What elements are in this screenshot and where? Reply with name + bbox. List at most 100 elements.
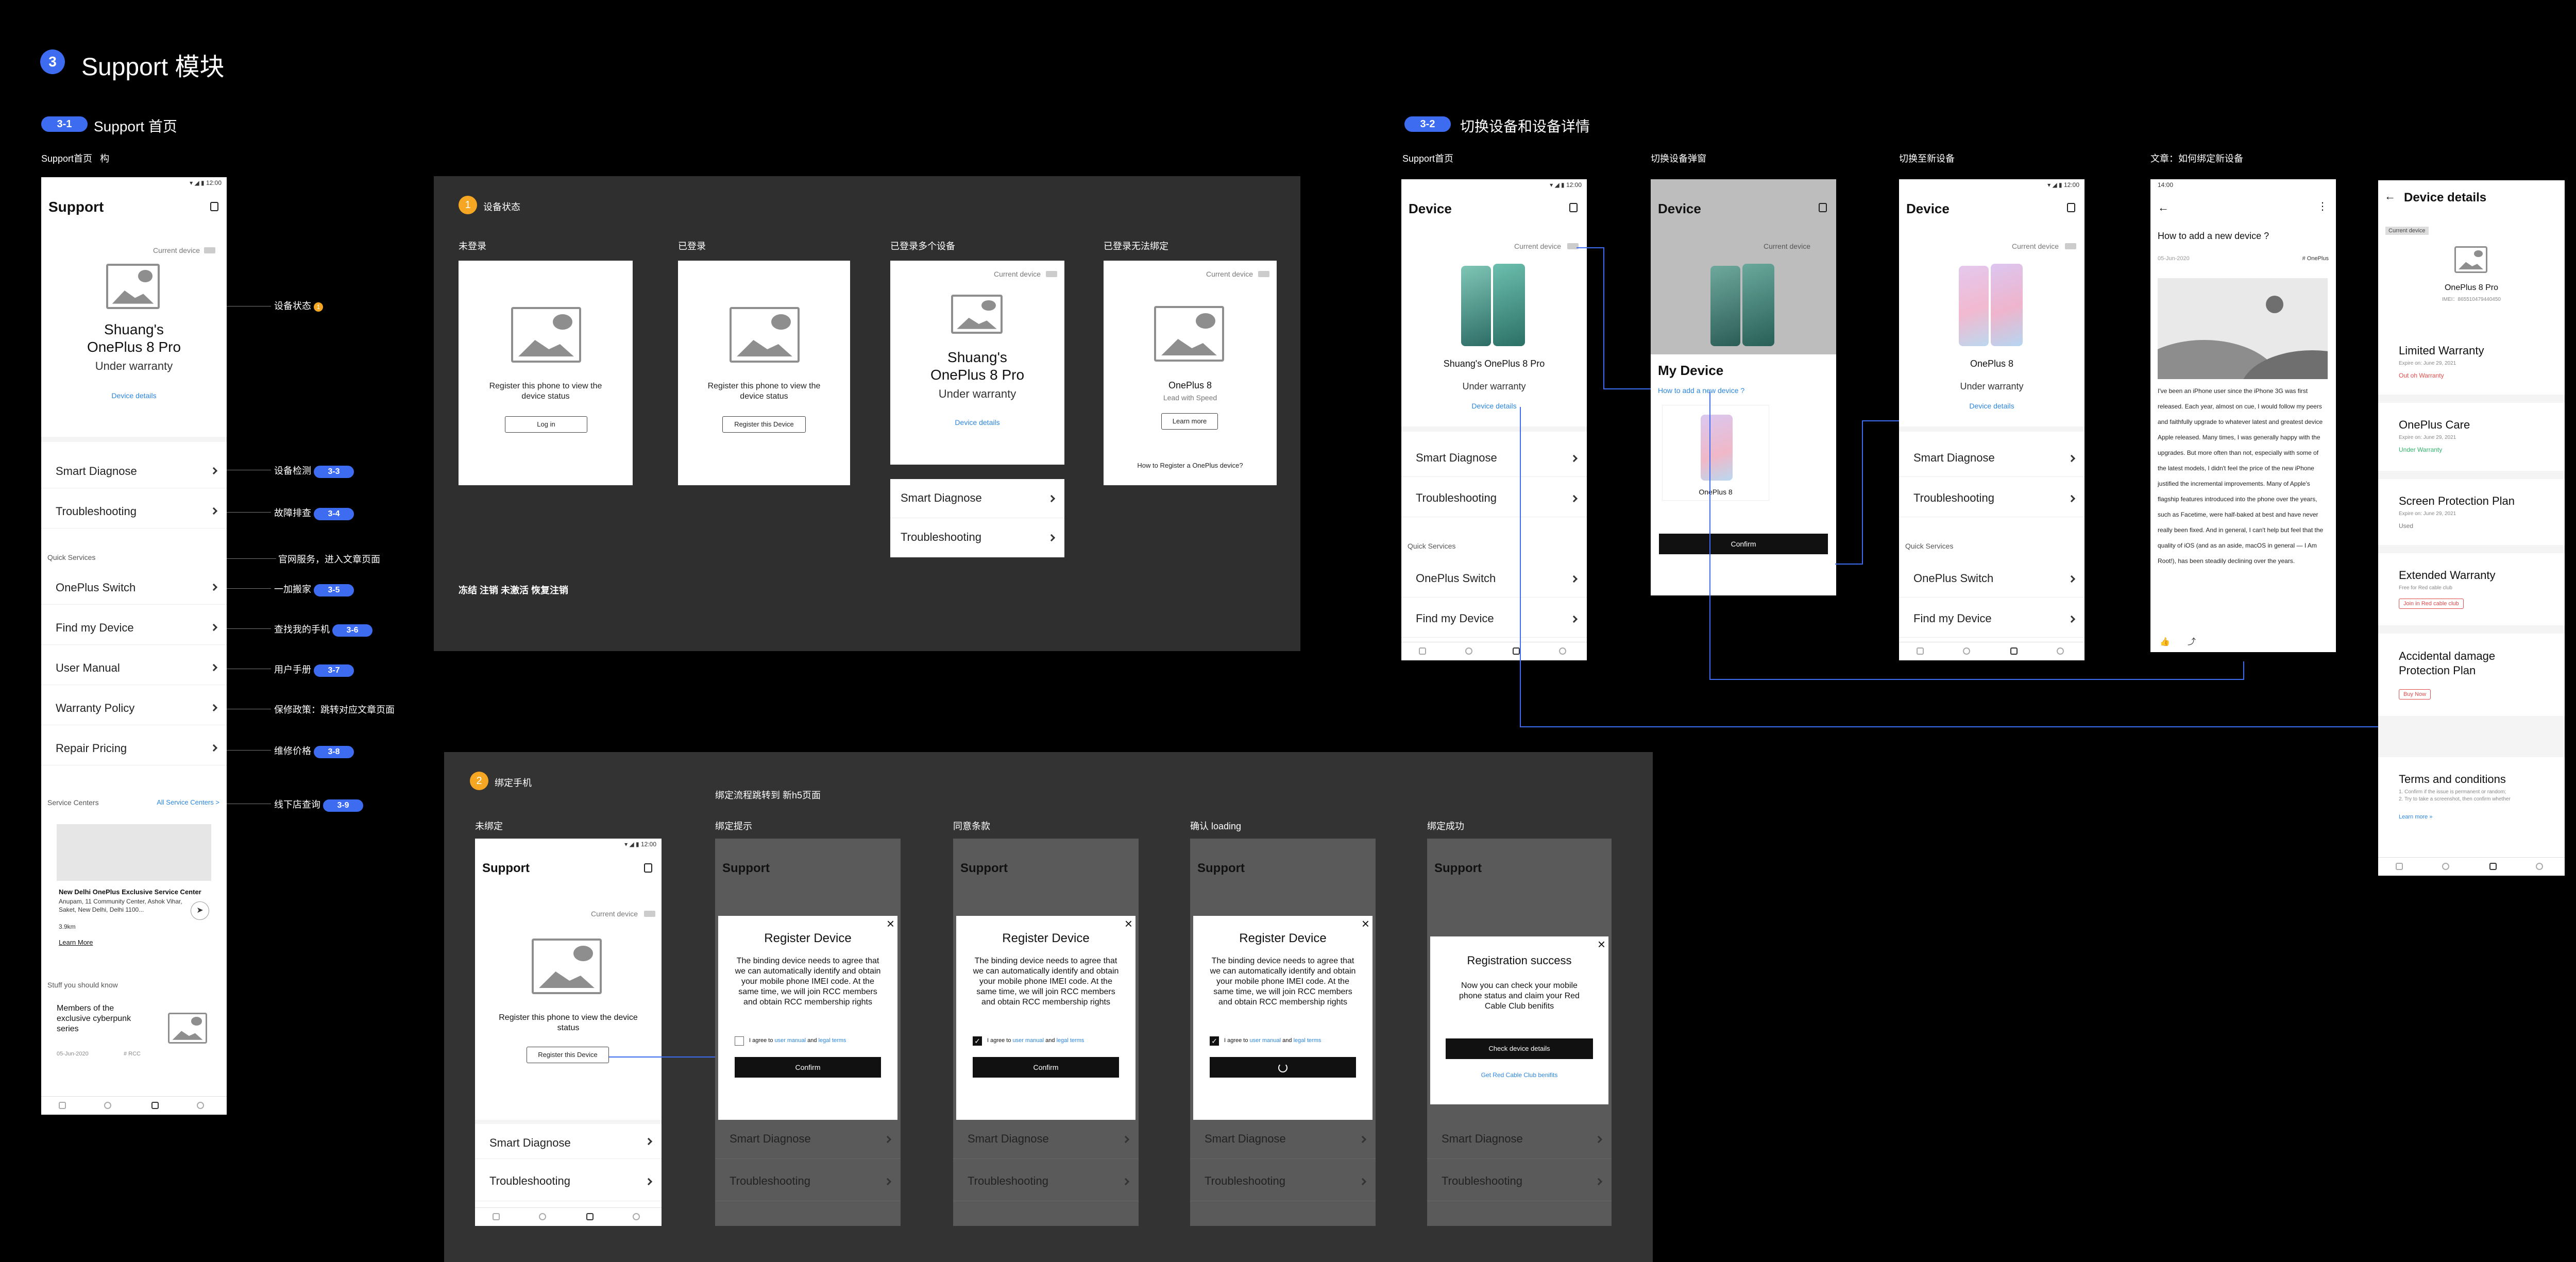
bag-icon[interactable] (1569, 203, 1578, 212)
all-service-centers-link[interactable]: All Service Centers > (157, 798, 219, 806)
row-troubleshooting[interactable]: Troubleshooting (715, 1162, 901, 1201)
back-arrow-icon[interactable]: ← (2384, 190, 2396, 203)
row-smart-diagnose[interactable]: Smart Diagnose (890, 479, 1064, 518)
tab-home-icon[interactable] (59, 1102, 66, 1109)
row-repair-pricing[interactable]: Repair Pricing (41, 730, 227, 765)
close-icon[interactable]: × (1598, 936, 1605, 952)
row-troubleshooting[interactable]: Troubleshooting (475, 1162, 662, 1201)
row-smart-diagnose[interactable]: Smart Diagnose (475, 1120, 662, 1159)
agree-checkbox-checked[interactable]: ✓ (1210, 1036, 1219, 1046)
like-icon[interactable]: 👍 (2160, 637, 2170, 647)
row-smart-diagnose[interactable]: Smart Diagnose (715, 1120, 901, 1159)
annotation-warranty-policy: 保修政策：跳转对应文章页面 (274, 705, 395, 715)
check-device-details-button[interactable]: Check device details (1446, 1038, 1593, 1059)
share-icon[interactable]: ⤴ (2188, 635, 2196, 647)
register-device-button[interactable]: Register this Device (722, 416, 806, 433)
row-find-my-device[interactable]: Find my Device (41, 610, 227, 645)
switch-label-new-device: 切换至新设备 (1899, 154, 1955, 164)
register-modal: × Register Device The binding device nee… (718, 916, 897, 1122)
warranty-card-limited[interactable]: Limited Warranty Expire on: June 29, 202… (2378, 329, 2565, 395)
buy-now-button[interactable]: Buy Now (2399, 689, 2431, 700)
article-body: I've been an iPhone user since the iPhon… (2158, 387, 2324, 565)
modal-title: Register Device (1239, 931, 1327, 945)
label-unbound: 未绑定 (475, 821, 503, 831)
learn-more-link[interactable]: Learn More (59, 939, 93, 946)
row-user-manual[interactable]: User Manual (41, 650, 227, 685)
how-to-add-link[interactable]: How to add a new device ? (1658, 386, 1744, 395)
warranty-card-extended[interactable]: Extended Warranty Free for Red cable clu… (2378, 553, 2565, 625)
agree-checkbox[interactable] (735, 1036, 744, 1046)
row-oneplus-switch[interactable]: OnePlus Switch (41, 570, 227, 605)
row-find-my-device[interactable]: Find my Device (1401, 601, 1587, 638)
device-details-link[interactable]: Device details (1401, 402, 1587, 410)
bag-icon[interactable] (2067, 203, 2075, 212)
join-club-button[interactable]: Join in Red cable club (2399, 599, 2464, 609)
device-option-card[interactable]: OnePlus 8 (1662, 405, 1769, 501)
register-device-button[interactable]: Register this Device (527, 1047, 609, 1063)
switch-phone-home: ▾ ◢ ▮ 12:00 Device Current device Shuang… (1401, 179, 1587, 660)
register-question-link[interactable]: How to Register a OnePlus device? (1104, 462, 1277, 469)
row-troubleshooting[interactable]: Troubleshooting (953, 1162, 1139, 1201)
details-title: Device details (2404, 191, 2487, 204)
close-icon[interactable]: × (1362, 916, 1369, 932)
article-title[interactable]: Members of the exclusive cyberpunk serie… (57, 1003, 134, 1034)
row-troubleshooting[interactable]: Troubleshooting (1401, 480, 1587, 517)
device-details-link[interactable]: Device details (1899, 402, 2084, 410)
modal-title: Register Device (1002, 931, 1090, 945)
annotation-user-manual: 用户手册 3-7 (274, 662, 354, 677)
bag-icon[interactable] (1819, 203, 1827, 212)
device-image-icon (2454, 246, 2487, 273)
row-smart-diagnose[interactable]: Smart Diagnose (41, 453, 227, 488)
row-troubleshooting[interactable]: Troubleshooting (1190, 1162, 1376, 1201)
confirm-button-loading[interactable] (1210, 1057, 1356, 1078)
close-icon[interactable]: × (887, 916, 894, 932)
back-arrow-icon[interactable]: ← (2158, 201, 2169, 214)
navigate-icon[interactable]: ➤ (191, 901, 209, 920)
tab-explore-icon[interactable] (104, 1102, 111, 1109)
device-photo (1742, 264, 1774, 346)
switch-label-home: Support首页 (1402, 154, 1454, 164)
agree-checkbox-checked[interactable]: ✓ (973, 1036, 982, 1046)
confirm-button[interactable]: Confirm (1659, 534, 1828, 554)
annotation-line (227, 558, 276, 559)
learn-more-button[interactable]: Learn more (1161, 413, 1218, 430)
device-photo (1461, 266, 1491, 346)
divider (41, 437, 227, 442)
confirm-button[interactable]: Confirm (973, 1057, 1119, 1078)
row-oneplus-switch[interactable]: OnePlus Switch (1401, 560, 1587, 598)
close-icon[interactable]: × (1125, 916, 1132, 932)
row-smart-diagnose[interactable]: Smart Diagnose (1190, 1120, 1376, 1159)
confirm-button[interactable]: Confirm (735, 1057, 881, 1078)
bag-icon[interactable] (644, 863, 652, 873)
switch-device-chip[interactable] (2065, 243, 2076, 249)
row-find-my-device[interactable]: Find my Device (1899, 601, 2084, 638)
row-smart-diagnose[interactable]: Smart Diagnose (1899, 440, 2084, 477)
warranty-card-screen[interactable]: Screen Protection Plan Expire on: June 2… (2378, 479, 2565, 545)
row-smart-diagnose[interactable]: Smart Diagnose (1427, 1120, 1612, 1159)
tab-support-icon[interactable] (151, 1102, 159, 1109)
terms-learn-more-link[interactable]: Learn more » (2399, 814, 2432, 820)
device-details-link[interactable]: Device details (890, 418, 1064, 427)
row-warranty-policy[interactable]: Warranty Policy (41, 690, 227, 725)
warranty-card-accidental[interactable]: Accidental damage Protection Plan Buy No… (2378, 634, 2565, 716)
device-details-link[interactable]: Device details (41, 391, 227, 400)
row-oneplus-switch[interactable]: OnePlus Switch (1899, 560, 2084, 598)
panel-title: 绑定手机 (495, 778, 532, 788)
warranty-card-care[interactable]: OnePlus Care Expire on: June 29, 2021 Un… (2378, 403, 2565, 471)
flow-line (1520, 407, 1521, 727)
more-menu-icon[interactable]: ⋮ (2317, 200, 2328, 213)
row-troubleshooting[interactable]: Troubleshooting (1899, 480, 2084, 517)
device-photo (1710, 266, 1740, 346)
row-smart-diagnose[interactable]: Smart Diagnose (953, 1120, 1139, 1159)
bag-icon[interactable] (210, 202, 218, 211)
login-button[interactable]: Log in (505, 416, 587, 433)
red-cable-club-link[interactable]: Get Red Cable Club benifits (1430, 1071, 1608, 1079)
row-troubleshooting[interactable]: Troubleshooting (1427, 1162, 1612, 1201)
switch-device-chip[interactable] (1567, 243, 1579, 249)
row-smart-diagnose[interactable]: Smart Diagnose (1401, 440, 1587, 477)
tab-profile-icon[interactable] (197, 1102, 204, 1109)
row-troubleshooting[interactable]: Troubleshooting (890, 518, 1064, 557)
device-image-placeholder-icon (106, 264, 160, 309)
row-troubleshooting[interactable]: Troubleshooting (41, 493, 227, 528)
status-bar: ▾ ◢ ▮ 12:00 (2047, 181, 2079, 189)
